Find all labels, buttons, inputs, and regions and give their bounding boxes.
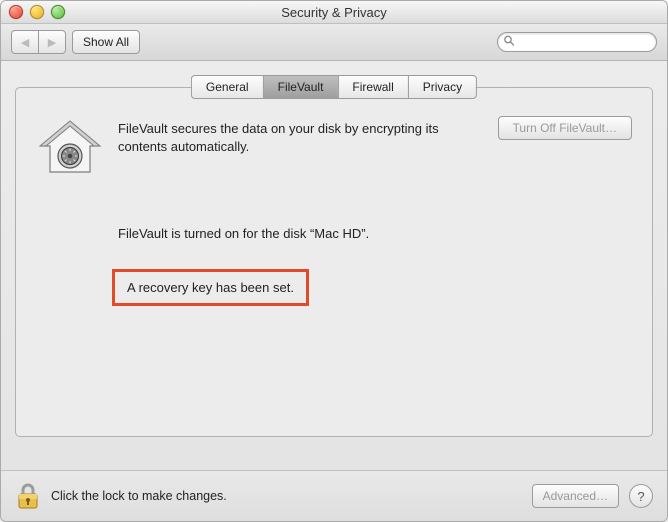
footer-bar: Click the lock to make changes. Advanced… bbox=[1, 470, 667, 521]
help-icon: ? bbox=[637, 489, 644, 504]
close-icon[interactable] bbox=[9, 5, 23, 19]
lock-text: Click the lock to make changes. bbox=[51, 489, 227, 503]
tabs: General FileVault Firewall Privacy bbox=[191, 75, 477, 99]
toolbar: ◀ ▶ Show All bbox=[1, 24, 667, 61]
lock-icon bbox=[15, 481, 41, 511]
content-area: General FileVault Firewall Privacy bbox=[1, 61, 667, 470]
advanced-button[interactable]: Advanced… bbox=[532, 484, 619, 508]
search-input[interactable] bbox=[497, 32, 657, 52]
minimize-icon[interactable] bbox=[30, 5, 44, 19]
titlebar: Security & Privacy bbox=[1, 1, 667, 24]
filevault-header-row: FileVault secures the data on your disk … bbox=[36, 116, 632, 176]
tab-privacy[interactable]: Privacy bbox=[408, 75, 477, 99]
tab-firewall[interactable]: Firewall bbox=[337, 75, 407, 99]
search-field[interactable] bbox=[497, 32, 657, 52]
preferences-window: Security & Privacy ◀ ▶ Show All bbox=[0, 0, 668, 522]
window-title: Security & Privacy bbox=[1, 5, 667, 20]
chevron-left-icon: ◀ bbox=[21, 36, 29, 49]
traffic-lights bbox=[1, 5, 65, 19]
zoom-icon[interactable] bbox=[51, 5, 65, 19]
show-all-button[interactable]: Show All bbox=[72, 30, 140, 54]
tab-filevault[interactable]: FileVault bbox=[263, 75, 338, 99]
filevault-description: FileVault secures the data on your disk … bbox=[118, 116, 466, 155]
chevron-right-icon: ▶ bbox=[48, 36, 56, 49]
help-button[interactable]: ? bbox=[629, 484, 653, 508]
tab-general[interactable]: General bbox=[191, 75, 263, 99]
nav-segmented: ◀ ▶ bbox=[11, 30, 66, 54]
forward-button[interactable]: ▶ bbox=[38, 30, 66, 54]
back-button[interactable]: ◀ bbox=[11, 30, 38, 54]
turn-off-filevault-button[interactable]: Turn Off FileVault… bbox=[498, 116, 632, 140]
tab-pane-wrap: General FileVault Firewall Privacy bbox=[15, 75, 653, 437]
lock-area[interactable]: Click the lock to make changes. bbox=[15, 481, 522, 511]
filevault-status: FileVault is turned on for the disk “Mac… bbox=[118, 226, 632, 241]
filevault-icon bbox=[38, 118, 102, 176]
recovery-key-status: A recovery key has been set. bbox=[112, 269, 309, 306]
filevault-panel: FileVault secures the data on your disk … bbox=[15, 87, 653, 437]
